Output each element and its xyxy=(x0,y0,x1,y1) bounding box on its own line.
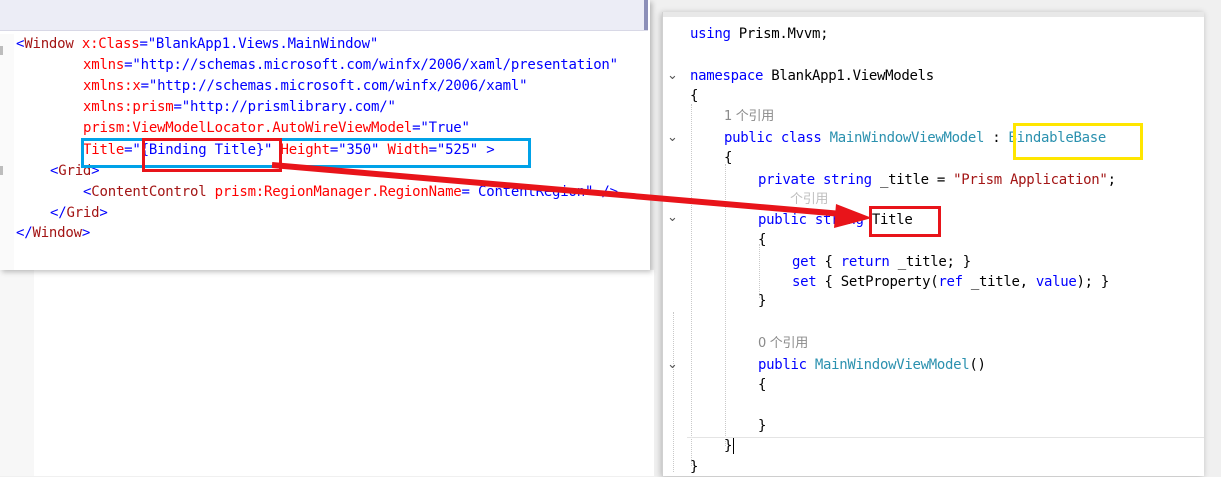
annotation-arrow xyxy=(271,162,872,228)
arrow-head-icon xyxy=(834,204,872,228)
arrow-shaft xyxy=(271,162,843,217)
